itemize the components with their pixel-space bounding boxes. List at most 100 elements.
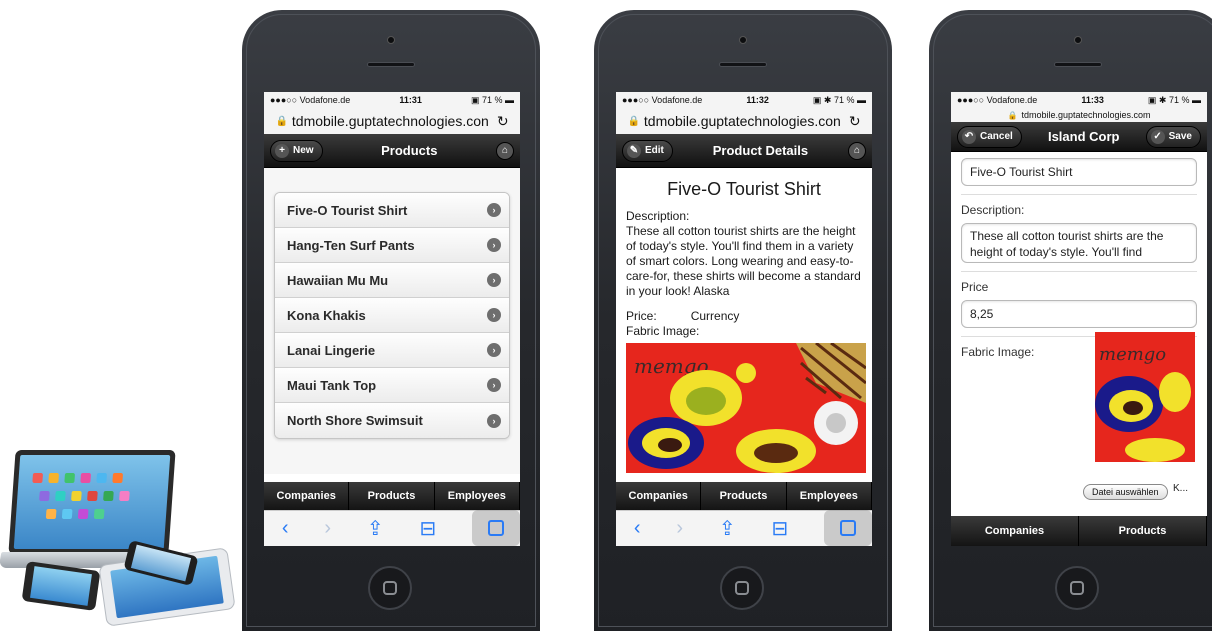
svg-text:memgo: memgo (1099, 344, 1166, 365)
description-label: Description: (961, 203, 1025, 217)
checkmark-icon: ✓ (1150, 129, 1165, 144)
chevron-right-icon: › (487, 203, 501, 217)
list-item[interactable]: Kona Khakis › (275, 298, 509, 333)
tabs-icon[interactable] (472, 510, 520, 546)
description-label: Description: (626, 209, 690, 223)
list-item[interactable]: Hawaiian Mu Mu › (275, 263, 509, 298)
home-icon[interactable]: ⌂ (496, 141, 514, 160)
page-title: Island Corp (1047, 129, 1120, 144)
list-item[interactable]: Maui Tank Top › (275, 368, 509, 403)
home-button[interactable] (368, 566, 412, 610)
phone-screen: ●●●○○ Vodafone.de 11:33 ▣ ✱ 71 % ▬ 🔒 tdm… (951, 92, 1207, 546)
chevron-right-icon: › (487, 238, 501, 252)
product-name-input[interactable]: Five-O Tourist Shirt (961, 158, 1197, 186)
camera-icon (387, 36, 395, 44)
fabric-label: Fabric Image: (626, 324, 700, 338)
bottom-navbar: Companies Products Employees (616, 482, 872, 510)
back-icon[interactable]: ‹ (282, 517, 289, 540)
tab-employees[interactable]: Employees (435, 482, 520, 510)
phone-product-edit: ●●●○○ Vodafone.de 11:33 ▣ ✱ 71 % ▬ 🔒 tdm… (929, 10, 1212, 631)
cancel-button[interactable]: ↶ Cancel (957, 125, 1022, 148)
edit-button[interactable]: ✎ Edit (622, 139, 673, 162)
choose-file-button[interactable]: Datei auswählen (1083, 484, 1168, 500)
reload-icon[interactable]: ↻ (849, 113, 861, 130)
status-bar: ●●●○○ Vodafone.de 11:31 ▣ 71 % ▬ (264, 92, 520, 108)
bottom-navbar: Companies Products (951, 516, 1207, 546)
smartphone-illustration (21, 561, 101, 611)
undo-icon: ↶ (962, 129, 976, 144)
carrier-label: ●●●○○ Vodafone.de (270, 95, 351, 105)
edit-form: Five-O Tourist Shirt Description: These … (951, 152, 1207, 514)
promo-collage: ●●●○○ Vodafone.de 11:31 ▣ 71 % ▬ 🔒 tdmob… (0, 0, 1212, 631)
url-bar[interactable]: 🔒 tdmobile.guptatechnologies.con ↻ (264, 108, 520, 134)
details-content: Five-O Tourist Shirt Description: These … (616, 168, 872, 480)
share-icon[interactable]: ⇪ (367, 516, 384, 541)
price-row: Price: Currency (626, 309, 862, 324)
url-bar[interactable]: 🔒 tdmobile.guptatechnologies.con ↻ (616, 108, 872, 134)
clock-label: 11:33 (1081, 95, 1104, 105)
fabric-image: memgo (626, 343, 866, 473)
phone-screen: ●●●○○ Vodafone.de 11:32 ▣ ✱ 71 % ▬ 🔒 tdm… (616, 92, 872, 546)
app-header: + New Products ⌂ (264, 134, 520, 168)
status-bar: ●●●○○ Vodafone.de 11:32 ▣ ✱ 71 % ▬ (616, 92, 872, 108)
tab-products[interactable]: Products (701, 482, 787, 510)
laptop-illustration (8, 450, 176, 554)
tab-companies[interactable]: Companies (616, 482, 702, 510)
battery-label: ▣ ✱ 71 % ▬ (1147, 94, 1201, 105)
reload-icon[interactable]: ↻ (497, 113, 509, 130)
file-status-text: K... (1173, 483, 1189, 494)
app-header: ↶ Cancel Island Corp ✓ Save (951, 122, 1207, 152)
page-title: Product Details (712, 143, 809, 158)
tab-products[interactable]: Products (1079, 516, 1207, 546)
plus-icon: + (275, 143, 289, 158)
chevron-right-icon: › (487, 343, 501, 357)
bookmarks-icon[interactable]: ⊟ (771, 516, 788, 541)
home-icon[interactable]: ⌂ (848, 141, 866, 160)
tabs-icon[interactable] (824, 510, 872, 546)
save-button[interactable]: ✓ Save (1145, 125, 1201, 148)
list-item[interactable]: Hang-Ten Surf Pants › (275, 228, 509, 263)
battery-label: ▣ ✱ 71 % ▬ (812, 94, 866, 105)
products-list-container: Five-O Tourist Shirt › Hang-Ten Surf Pant… (264, 168, 520, 474)
price-label: Price: (626, 309, 657, 323)
speaker-grille (367, 62, 415, 67)
camera-icon (1074, 36, 1082, 44)
description-textarea[interactable]: These all cotton tourist shirts are the … (961, 223, 1197, 263)
price-input[interactable]: 8,25 (961, 300, 1197, 328)
chevron-right-icon: › (487, 378, 501, 392)
speaker-grille (1054, 62, 1102, 67)
new-button[interactable]: + New (270, 139, 323, 162)
battery-label: ▣ 71 % ▬ (470, 94, 514, 105)
tab-companies[interactable]: Companies (951, 516, 1079, 546)
list-item[interactable]: Lanai Lingerie › (275, 333, 509, 368)
url-bar[interactable]: 🔒 tdmobile.guptatechnologies.com (951, 108, 1207, 122)
phone-screen: ●●●○○ Vodafone.de 11:31 ▣ 71 % ▬ 🔒 tdmob… (264, 92, 520, 546)
list-item[interactable]: North Shore Swimsuit › (275, 403, 509, 438)
forward-icon[interactable]: › (676, 517, 683, 540)
product-name: Five-O Tourist Shirt (667, 179, 821, 199)
list-item[interactable]: Five-O Tourist Shirt › (275, 193, 509, 228)
lock-icon: 🔒 (627, 115, 640, 127)
tab-employees[interactable]: Employees (787, 482, 872, 510)
app-header: ✎ Edit Product Details ⌂ (616, 134, 872, 168)
url-text: tdmobile.guptatechnologies.con (643, 113, 841, 129)
home-button[interactable] (720, 566, 764, 610)
share-icon[interactable]: ⇪ (719, 516, 736, 541)
description-text: These all cotton tourist shirts are the … (626, 224, 861, 298)
chevron-right-icon: › (487, 308, 501, 322)
carrier-label: ●●●○○ Vodafone.de (622, 95, 703, 105)
carrier-label: ●●●○○ Vodafone.de (957, 95, 1038, 105)
phone-products-list: ●●●○○ Vodafone.de 11:31 ▣ 71 % ▬ 🔒 tdmob… (242, 10, 540, 631)
speaker-grille (719, 62, 767, 67)
products-list: Five-O Tourist Shirt › Hang-Ten Surf Pant… (274, 192, 510, 439)
url-text: tdmobile.guptatechnologies.con (291, 113, 489, 129)
phone-product-details: ●●●○○ Vodafone.de 11:32 ▣ ✱ 71 % ▬ 🔒 tdm… (594, 10, 892, 631)
bookmarks-icon[interactable]: ⊟ (419, 516, 436, 541)
back-icon[interactable]: ‹ (634, 517, 641, 540)
forward-icon[interactable]: › (324, 517, 331, 540)
home-button[interactable] (1055, 566, 1099, 610)
price-label: Price (961, 280, 989, 294)
status-bar: ●●●○○ Vodafone.de 11:33 ▣ ✱ 71 % ▬ (951, 92, 1207, 108)
tab-products[interactable]: Products (349, 482, 435, 510)
tab-companies[interactable]: Companies (264, 482, 350, 510)
